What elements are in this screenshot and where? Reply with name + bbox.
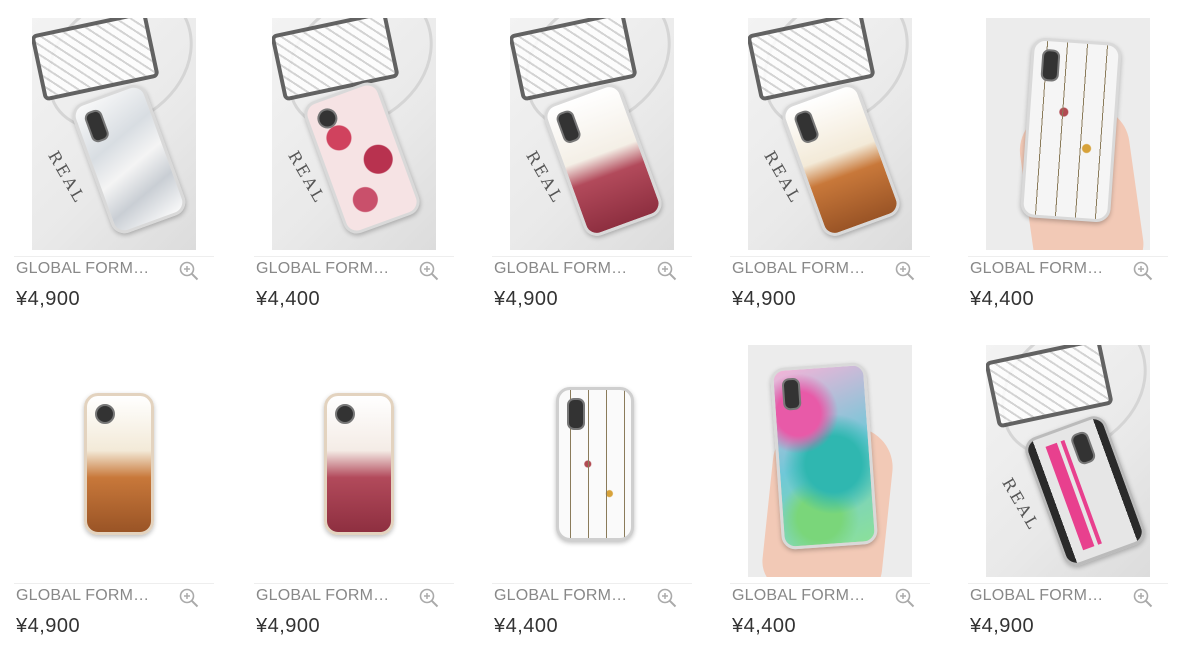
product-image: REAL <box>32 18 196 250</box>
product-image-link[interactable] <box>730 345 930 577</box>
product-image-link[interactable] <box>14 345 214 577</box>
product-name[interactable]: GLOBAL FORM… <box>970 260 1130 278</box>
zoom-in-icon[interactable] <box>418 260 440 282</box>
product-name-row: GLOBAL FORM… <box>730 256 930 283</box>
product-name-row: GLOBAL FORM… <box>254 256 454 283</box>
zoom-in-icon[interactable] <box>894 260 916 282</box>
product-card[interactable]: REAL GLOBAL FORM… ¥4,900 <box>730 18 930 328</box>
product-image: REAL <box>986 345 1150 577</box>
zoom-in-icon[interactable] <box>894 587 916 609</box>
product-card[interactable]: GLOBAL FORM… ¥4,900 <box>14 345 214 649</box>
product-name-row: GLOBAL FORM… <box>14 256 214 283</box>
product-image <box>510 345 674 577</box>
product-name[interactable]: GLOBAL FORM… <box>494 260 654 278</box>
product-image: REAL <box>272 18 436 250</box>
product-image-link[interactable]: REAL <box>730 18 930 250</box>
product-card[interactable]: REAL GLOBAL FORM… ¥4,900 <box>14 18 214 328</box>
product-image-link[interactable]: REAL <box>968 345 1168 577</box>
product-image-link[interactable] <box>968 18 1168 250</box>
product-name[interactable]: GLOBAL FORM… <box>256 260 416 278</box>
product-name-row: GLOBAL FORM… <box>730 583 930 610</box>
product-image-link[interactable] <box>492 345 692 577</box>
product-price: ¥4,900 <box>732 288 797 310</box>
product-image <box>748 345 912 577</box>
product-image: REAL <box>748 18 912 250</box>
product-grid: REAL GLOBAL FORM… ¥4,900 REAL GLOBAL FOR… <box>0 0 1200 649</box>
product-name[interactable]: GLOBAL FORM… <box>732 587 892 605</box>
zoom-in-icon[interactable] <box>1132 587 1154 609</box>
product-card[interactable]: REAL GLOBAL FORM… ¥4,900 <box>968 345 1168 649</box>
product-name-row: GLOBAL FORM… <box>14 583 214 610</box>
product-card[interactable]: GLOBAL FORM… ¥4,400 <box>730 345 930 649</box>
product-image-link[interactable]: REAL <box>492 18 692 250</box>
product-name-row: GLOBAL FORM… <box>492 583 692 610</box>
product-card[interactable]: GLOBAL FORM… ¥4,900 <box>254 345 454 649</box>
zoom-in-icon[interactable] <box>418 587 440 609</box>
product-name[interactable]: GLOBAL FORM… <box>16 587 176 605</box>
product-name[interactable]: GLOBAL FORM… <box>494 587 654 605</box>
product-price: ¥4,900 <box>494 288 559 310</box>
product-name[interactable]: GLOBAL FORM… <box>16 260 176 278</box>
product-card[interactable]: GLOBAL FORM… ¥4,400 <box>968 18 1168 328</box>
product-image <box>272 345 436 577</box>
product-price: ¥4,900 <box>970 615 1035 637</box>
product-name[interactable]: GLOBAL FORM… <box>970 587 1130 605</box>
product-image: REAL <box>510 18 674 250</box>
zoom-in-icon[interactable] <box>656 260 678 282</box>
product-price: ¥4,400 <box>732 615 797 637</box>
product-price: ¥4,900 <box>16 615 81 637</box>
product-price: ¥4,400 <box>256 288 321 310</box>
product-card[interactable]: GLOBAL FORM… ¥4,400 <box>492 345 692 649</box>
zoom-in-icon[interactable] <box>656 587 678 609</box>
product-image-link[interactable]: REAL <box>14 18 214 250</box>
product-image-link[interactable]: REAL <box>254 18 454 250</box>
product-name-row: GLOBAL FORM… <box>254 583 454 610</box>
product-price: ¥4,400 <box>494 615 559 637</box>
zoom-in-icon[interactable] <box>178 260 200 282</box>
product-price: ¥4,900 <box>16 288 81 310</box>
product-name-row: GLOBAL FORM… <box>968 256 1168 283</box>
product-price: ¥4,900 <box>256 615 321 637</box>
product-name[interactable]: GLOBAL FORM… <box>256 587 416 605</box>
product-card[interactable]: REAL GLOBAL FORM… ¥4,900 <box>492 18 692 328</box>
product-price: ¥4,400 <box>970 288 1035 310</box>
product-name[interactable]: GLOBAL FORM… <box>732 260 892 278</box>
zoom-in-icon[interactable] <box>1132 260 1154 282</box>
product-name-row: GLOBAL FORM… <box>968 583 1168 610</box>
product-image <box>32 345 196 577</box>
zoom-in-icon[interactable] <box>178 587 200 609</box>
product-image <box>986 18 1150 250</box>
product-card[interactable]: REAL GLOBAL FORM… ¥4,400 <box>254 18 454 328</box>
product-name-row: GLOBAL FORM… <box>492 256 692 283</box>
product-image-link[interactable] <box>254 345 454 577</box>
